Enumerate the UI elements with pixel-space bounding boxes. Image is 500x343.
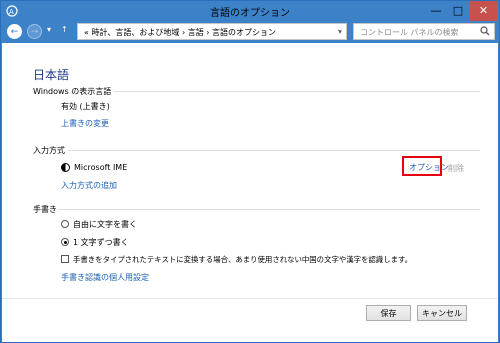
address-bar[interactable]: « 時計、言語、および地域 › 言語 › 言語のオプション ▾ [77,23,347,40]
freeform-radio-label[interactable]: 自由に文字を書く [73,219,137,230]
add-input-method-link[interactable]: 入力方式の追加 [61,180,117,191]
footer-divider [2,298,498,299]
search-input[interactable]: コントロール パネルの検索 [360,27,459,38]
minimize-button[interactable]: — [425,1,447,21]
rare-characters-checkbox[interactable] [61,255,69,263]
save-button[interactable]: 保存 [366,305,411,321]
close-button[interactable]: ✕ [470,1,497,21]
search-icon[interactable] [480,26,490,36]
section-divider [58,209,480,210]
up-arrow-icon[interactable]: ↑ [61,25,68,34]
maximize-button[interactable]: □ [447,1,469,21]
section-divider [68,150,480,151]
freeform-radio[interactable] [61,220,69,228]
back-arrow-icon[interactable]: ← [7,24,22,39]
ime-remove-link[interactable]: 削除 [448,163,464,174]
breadcrumb[interactable]: « 時計、言語、および地域 › 言語 › 言語のオプション [84,27,276,38]
cancel-button[interactable]: キャンセル [417,305,467,321]
search-box[interactable]: コントロール パネルの検索 [353,23,495,40]
options-highlight-box [402,156,442,176]
rare-characters-checkbox-label[interactable]: 手書きをタイプされたテキストに変換する場合、あまり使用されない中国の文字や漢字を… [73,254,412,265]
refresh-icon[interactable]: ↻ [337,24,350,39]
page-title: 日本語 [33,68,70,82]
single-character-radio-label[interactable]: 1 文字ずつ書く [73,237,129,248]
navigation-bar: ← → ▾ ↑ « 時計、言語、および地域 › 言語 › 言語のオプション ▾ … [1,21,499,43]
forward-arrow-icon[interactable]: → [27,24,42,39]
content-pane: 日本語 Windows の表示言語 有効 (上書き) 上書きの変更 入力方式 M… [2,43,498,342]
handwriting-personalize-link[interactable]: 手書き認識の個人用設定 [61,272,149,283]
recent-locations-chevron-icon[interactable]: ▾ [47,25,51,34]
window: A 言語のオプション — □ ✕ ← → ▾ ↑ « 時計、言語、および地域 ›… [0,0,500,343]
ime-name: Microsoft IME [74,163,128,172]
title-bar: A 言語のオプション — □ ✕ [1,1,499,21]
ime-icon [61,163,70,172]
windows-display-language-label: Windows の表示言語 [33,87,112,96]
section-divider [114,91,480,92]
display-language-status: 有効 (上書き) [61,102,110,111]
single-character-radio[interactable] [61,238,69,246]
handwriting-label: 手書き [33,205,57,214]
input-method-label: 入力方式 [33,146,65,155]
override-change-link[interactable]: 上書きの変更 [61,118,109,129]
